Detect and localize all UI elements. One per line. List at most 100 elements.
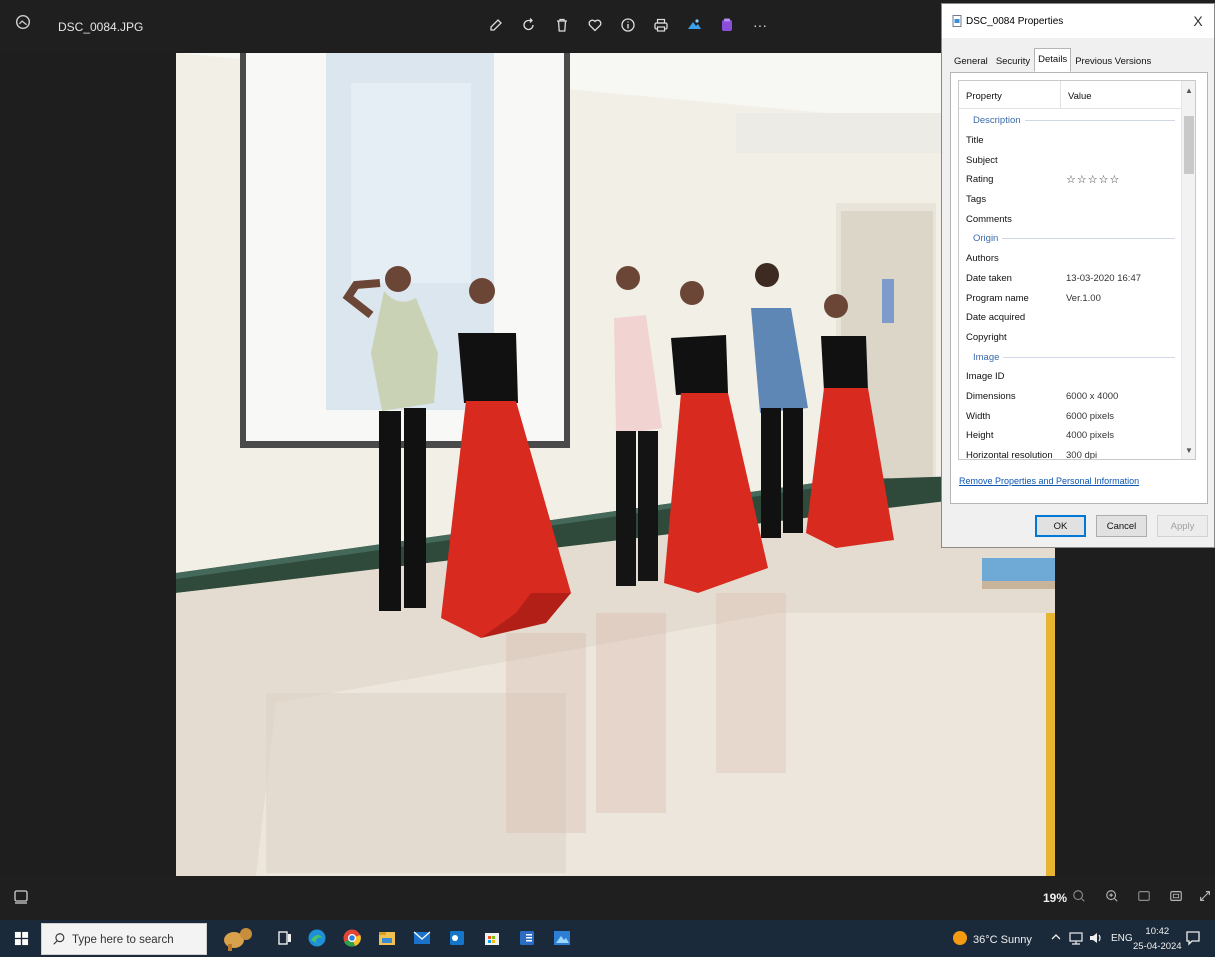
store-icon[interactable] [481,927,503,949]
file-explorer-icon[interactable] [376,927,398,949]
rating-stars[interactable]: ☆☆☆☆☆ [1061,173,1120,186]
search-icon [52,932,66,946]
windows-start-icon[interactable] [14,931,29,946]
file-name: DSC_0084.JPG [58,20,144,34]
task-view-icon[interactable] [274,927,296,949]
section-header[interactable]: Description [959,111,1183,131]
info-icon[interactable] [617,14,639,36]
scroll-thumb[interactable] [1184,116,1194,174]
zoom-in-icon[interactable] [1105,889,1121,905]
cancel-button[interactable]: Cancel [1096,515,1147,537]
property-label: Tags [966,194,987,206]
file-icon [952,15,962,27]
weather-icon[interactable] [951,929,969,947]
edge-icon[interactable] [306,927,328,949]
filmstrip-icon[interactable] [13,889,29,905]
property-row[interactable]: Rating ☆☆☆☆☆ [959,170,1183,190]
actual-size-icon[interactable] [1169,889,1185,905]
property-row[interactable]: Comments [959,209,1183,229]
details-panel: Property Value Description Title Subject Ra… [950,72,1208,504]
word-icon[interactable] [516,927,538,949]
tab-details[interactable]: Details [1034,48,1072,72]
property-row[interactable]: Title [959,131,1183,151]
scroll-up-icon[interactable]: ▲ [1182,84,1195,98]
property-column-header[interactable]: Property [959,81,1061,108]
property-row[interactable]: Subject [959,150,1183,170]
notifications-icon[interactable] [1184,929,1202,947]
taskbar-search-box[interactable]: Type here to search [41,923,207,955]
search-highlight-icon[interactable] [220,924,260,951]
property-label: Dimensions [966,390,1016,402]
property-row[interactable]: Date taken 13-03-2020 16:47 [959,269,1183,289]
property-label: Subject [966,154,998,166]
section-divider [1003,356,1175,358]
photos-taskbar-icon[interactable] [551,927,573,949]
network-icon[interactable] [1068,930,1084,946]
viewer-toolbar: ··· [485,14,778,36]
property-label: Height [966,430,994,442]
property-label: Authors [966,253,999,265]
section-label: Image [973,351,1000,363]
volume-icon[interactable] [1088,930,1104,946]
property-row[interactable]: Image ID [959,367,1183,387]
property-label: Date taken [966,272,1012,284]
property-value: 6000 pixels [1066,410,1115,422]
fit-window-icon[interactable] [1137,889,1153,905]
section-divider [1024,120,1175,122]
section-header[interactable]: Origin [959,229,1183,249]
property-row[interactable]: Horizontal resolution 300 dpi [959,446,1183,459]
property-value: 4000 pixels [1066,430,1115,442]
fullscreen-icon[interactable] [1198,889,1214,905]
favorite-icon[interactable] [584,14,606,36]
photo-image [176,53,1055,876]
outlook-icon[interactable] [446,927,468,949]
property-value: Ver.1.00 [1066,292,1101,304]
edit-app-icon[interactable] [683,14,705,36]
mail-icon[interactable] [411,927,433,949]
dialog-buttons: OK Cancel Apply [1035,515,1208,537]
property-value: 13-03-2020 16:47 [1066,272,1142,284]
tab-security[interactable]: Security [992,50,1034,72]
scroll-down-icon[interactable]: ▼ [1182,444,1195,458]
ok-button[interactable]: OK [1035,515,1086,537]
apply-button[interactable]: Apply [1157,515,1208,537]
clipchamp-icon[interactable] [716,14,738,36]
search-placeholder: Type here to search [72,934,174,946]
property-row[interactable]: Dimensions 6000 x 4000 [959,387,1183,407]
property-label: Rating [966,174,994,186]
property-row[interactable]: Authors [959,249,1183,269]
property-label: Program name [966,292,1029,304]
property-label: Image ID [966,371,1005,383]
property-row[interactable]: Tags [959,190,1183,210]
properties-dialog: DSC_0084 Properties X General Security D… [941,3,1215,548]
chrome-icon[interactable] [341,927,363,949]
edit-icon[interactable] [485,14,507,36]
property-row[interactable]: Date acquired [959,308,1183,328]
close-button[interactable]: X [1190,13,1206,29]
section-header[interactable]: Image [959,347,1183,367]
rotate-icon[interactable] [518,14,540,36]
property-row[interactable]: Copyright [959,328,1183,348]
print-icon[interactable] [650,14,672,36]
more-icon[interactable]: ··· [749,14,771,36]
clock[interactable]: 10:42 25-04-2024 [1133,924,1182,954]
photos-app: DSC_0084.JPG ··· DSC_0084 Properties X G… [0,0,1215,957]
tab-previous-versions[interactable]: Previous Versions [1071,50,1155,72]
chevron-up-icon[interactable] [1049,930,1063,944]
value-column-header[interactable]: Value [1061,81,1183,108]
delete-icon[interactable] [551,14,573,36]
weather-text[interactable]: 36°C Sunny [973,934,1032,946]
property-row[interactable]: Height 4000 pixels [959,426,1183,446]
dialog-titlebar: DSC_0084 Properties X [942,4,1214,38]
property-label: Width [966,410,991,422]
property-row[interactable]: Program name Ver.1.00 [959,288,1183,308]
grid-scrollbar[interactable]: ▲ ▼ [1181,81,1195,459]
property-row[interactable]: Width 6000 pixels [959,406,1183,426]
photo-canvas [176,53,1055,876]
zoom-out-icon[interactable] [1072,889,1088,905]
tab-general[interactable]: General [950,50,992,72]
language-indicator[interactable]: ENG [1111,933,1133,944]
remove-properties-link[interactable]: Remove Properties and Personal Informati… [959,476,1139,486]
dialog-tabs: General Security Details Previous Versio… [950,48,1155,72]
section-divider [1002,238,1175,240]
